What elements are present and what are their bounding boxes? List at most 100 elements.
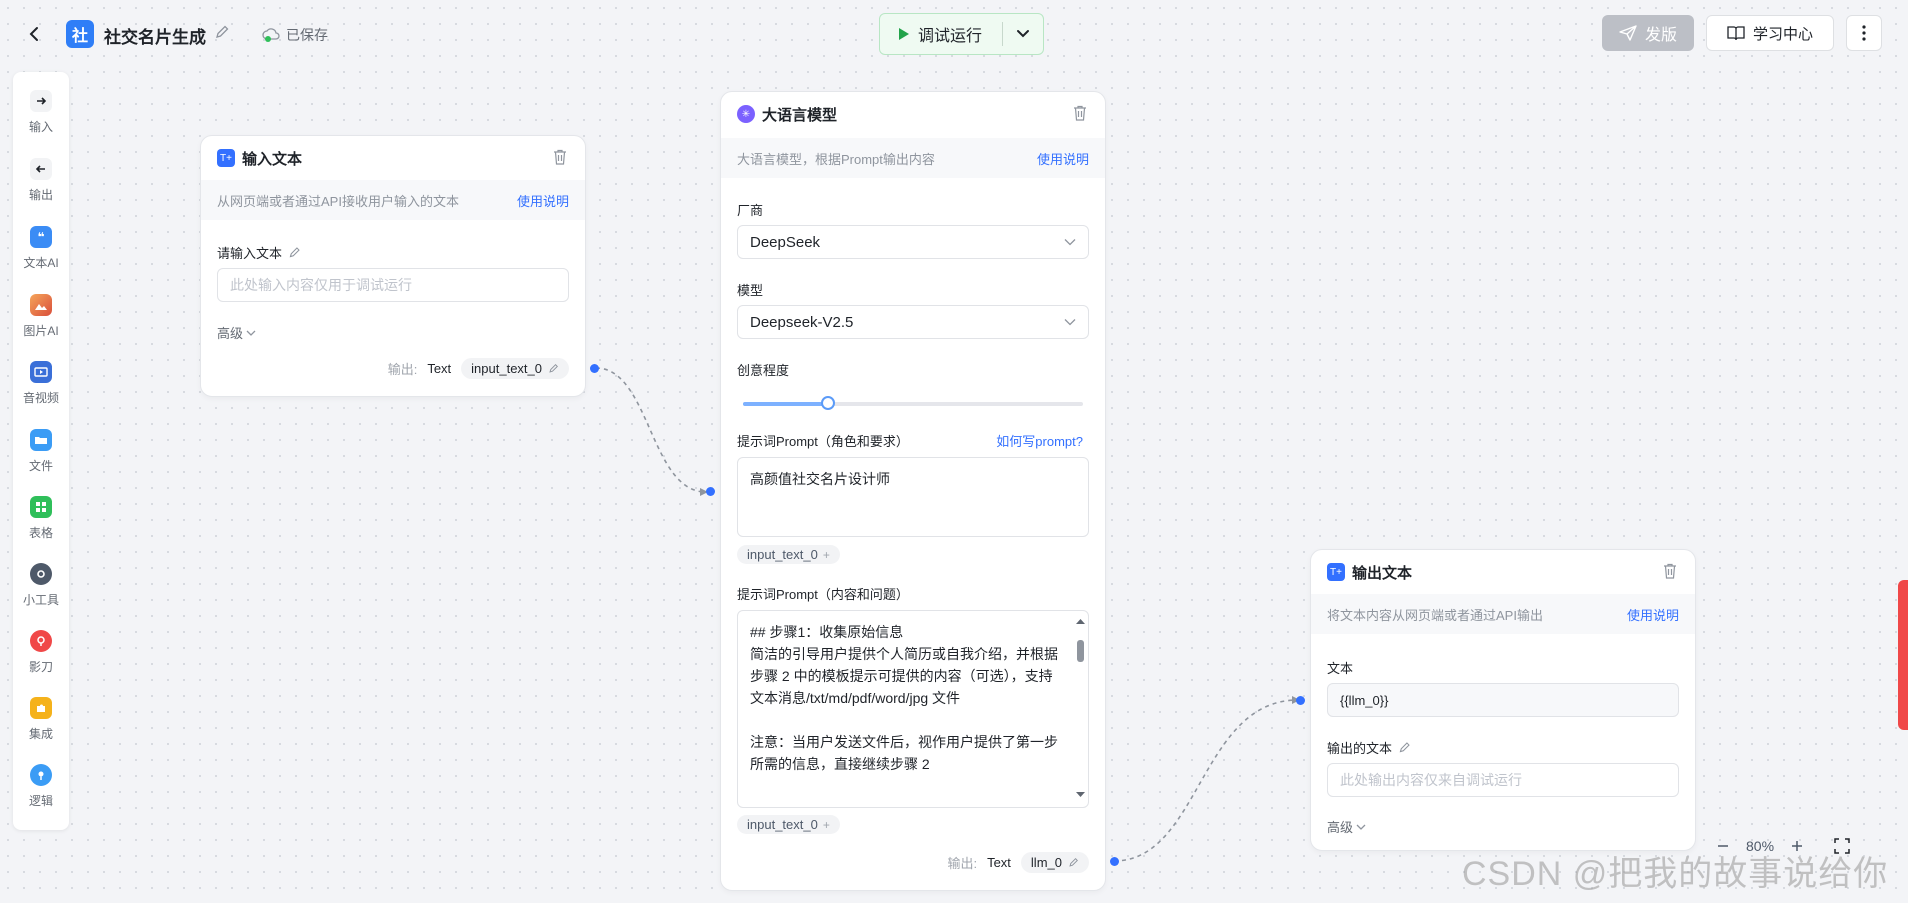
tool-input[interactable]: 输入	[13, 90, 69, 146]
creativity-slider-fill	[743, 402, 828, 406]
llm-node-input-port[interactable]	[706, 487, 715, 496]
tool-integration[interactable]: 集成	[13, 697, 69, 753]
chevron-left-icon	[29, 27, 38, 41]
edit-pencil-icon[interactable]	[288, 246, 301, 259]
arrow-right-icon	[30, 90, 52, 112]
debug-input-field[interactable]	[217, 268, 569, 302]
top-bar: 社 社交名片生成 已保存 调试运行 发版 学习中心	[0, 0, 1908, 66]
input-node-help-link[interactable]: 使用说明	[517, 191, 569, 210]
llm-node-output-port[interactable]	[1110, 857, 1119, 866]
input-output-row: 输出: Text input_text_0	[388, 358, 569, 379]
puzzle-icon	[30, 697, 52, 719]
watermark: CSDN @把我的故事说给你	[1462, 855, 1889, 893]
delete-node-trash-icon[interactable]	[1663, 563, 1679, 581]
output-text-node[interactable]: T+ 输出文本 将文本内容从网页端或者通过API输出 使用说明 文本 {{llm…	[1310, 549, 1696, 851]
output-node-header: T+ 输出文本	[1311, 550, 1695, 594]
llm-node-title: 大语言模型	[762, 106, 838, 124]
llm-sparkle-icon: ✳	[737, 105, 755, 123]
edit-pencil-icon[interactable]	[1398, 741, 1411, 754]
gear-icon	[30, 563, 52, 585]
learning-center-button[interactable]: 学习中心	[1706, 15, 1834, 51]
tool-yingdao[interactable]: 影刀	[13, 630, 69, 686]
system-prompt-variable-tag[interactable]: input_text_0 +	[737, 545, 840, 564]
creativity-slider-track[interactable]	[743, 396, 1083, 410]
edit-title-icon[interactable]	[214, 24, 232, 42]
vendor-select-value: DeepSeek	[750, 233, 821, 251]
delete-node-trash-icon[interactable]	[553, 149, 569, 167]
input-node-output-port[interactable]	[590, 364, 599, 373]
edit-pencil-icon	[1069, 858, 1078, 867]
llm-node[interactable]: ✳ 大语言模型 大语言模型，根据Prompt输出内容 使用说明 厂商 DeepS…	[720, 91, 1106, 891]
tool-image-ai[interactable]: 图片AI	[13, 294, 69, 350]
text-output-icon: T+	[1327, 563, 1345, 581]
output-result-field[interactable]	[1327, 763, 1679, 797]
save-status-text: 已保存	[286, 27, 328, 43]
learning-center-label: 学习中心	[1752, 25, 1813, 43]
back-button[interactable]	[22, 22, 46, 46]
debug-run-button[interactable]: 调试运行	[880, 14, 1002, 54]
tool-output-label: 输出	[28, 188, 53, 202]
input-output-type: Text	[427, 361, 452, 376]
tool-logic-label: 逻辑	[28, 794, 53, 808]
app-logo-text: 社	[71, 28, 88, 45]
system-tag-text: input_text_0	[747, 547, 818, 562]
input-advanced-label: 高级	[217, 326, 244, 341]
tool-output[interactable]: 输出	[13, 158, 69, 214]
input-output-variable[interactable]: input_text_0	[461, 358, 569, 379]
tool-logic[interactable]: 逻辑	[13, 764, 69, 820]
more-menu-button[interactable]	[1846, 15, 1882, 51]
model-label: 模型	[737, 280, 763, 299]
output-node-input-port[interactable]	[1296, 696, 1305, 705]
video-icon	[30, 361, 52, 383]
arrow-left-icon	[30, 158, 52, 180]
user-prompt-scrollbar[interactable]	[1073, 612, 1088, 806]
output-node-help-link[interactable]: 使用说明	[1627, 605, 1679, 624]
creativity-slider-thumb[interactable]	[821, 396, 835, 410]
side-panel-tab[interactable]	[1898, 580, 1908, 730]
chevron-down-icon	[1064, 319, 1076, 326]
vendor-label: 厂商	[737, 200, 763, 219]
more-vertical-icon	[1862, 25, 1866, 41]
output-text-label: 文本	[1327, 658, 1353, 677]
llm-output-type: Text	[987, 855, 1011, 870]
node-toolbar: 输入 输出 ❝ 文本AI 图片AI 音视频 文件 表格 小工具 影刀 集成 逻辑	[13, 72, 69, 830]
vendor-select[interactable]: DeepSeek	[737, 225, 1089, 259]
tool-table[interactable]: 表格	[13, 496, 69, 552]
system-prompt-label: 提示词Prompt（角色和要求）	[737, 431, 909, 450]
llm-node-help-link[interactable]: 使用说明	[1037, 149, 1089, 168]
tool-audio-video[interactable]: 音视频	[13, 361, 69, 417]
run-options-dropdown[interactable]	[1003, 14, 1043, 54]
llm-output-row: 输出: Text llm_0	[947, 852, 1089, 873]
table-icon	[30, 496, 52, 518]
delete-node-trash-icon[interactable]	[1073, 105, 1089, 123]
chevron-down-icon	[1356, 824, 1366, 830]
input-text-node[interactable]: T+ 输入文本 从网页端或者通过API接收用户输入的文本 使用说明 请输入文本 …	[200, 135, 586, 397]
model-select[interactable]: Deepseek-V2.5	[737, 305, 1089, 339]
tool-text-ai[interactable]: ❝ 文本AI	[13, 226, 69, 282]
user-prompt-textarea[interactable]: ## 步骤1：收集原始信息 简洁的引导用户提供个人简历或自我介绍，并根据步骤 2…	[737, 610, 1089, 808]
user-prompt-variable-tag[interactable]: input_text_0 +	[737, 815, 840, 834]
llm-output-variable[interactable]: llm_0	[1020, 852, 1089, 873]
tool-file-label: 文件	[28, 459, 53, 473]
output-result-label-text: 输出的文本	[1327, 741, 1393, 756]
tool-file[interactable]: 文件	[13, 429, 69, 485]
model-label-text: 模型	[737, 283, 764, 298]
connector-llm-to-output	[1113, 699, 1299, 862]
system-prompt-textarea[interactable]: 高颜值社交名片设计师	[737, 457, 1089, 537]
text-input-icon: T+	[217, 149, 235, 167]
llm-node-description: 大语言模型，根据Prompt输出内容 使用说明	[721, 138, 1105, 178]
user-prompt-label-text: 提示词Prompt（内容和问题）	[737, 587, 909, 602]
how-to-prompt-link[interactable]: 如何写prompt?	[996, 431, 1083, 450]
input-node-header: T+ 输入文本	[201, 136, 585, 180]
tool-table-label: 表格	[28, 526, 53, 540]
system-prompt-label-text: 提示词Prompt（角色和要求）	[737, 434, 909, 449]
llm-node-header: ✳ 大语言模型	[721, 92, 1105, 136]
publish-button[interactable]: 发版	[1602, 15, 1694, 51]
tool-utilities-label: 小工具	[22, 593, 59, 607]
output-advanced-toggle[interactable]: 高级	[1327, 817, 1366, 836]
input-advanced-toggle[interactable]: 高级	[217, 323, 256, 342]
tool-utilities[interactable]: 小工具	[13, 563, 69, 619]
shadow-knife-icon	[30, 630, 52, 652]
output-text-field[interactable]: {{llm_0}}	[1327, 683, 1679, 717]
plus-icon: +	[822, 547, 830, 562]
